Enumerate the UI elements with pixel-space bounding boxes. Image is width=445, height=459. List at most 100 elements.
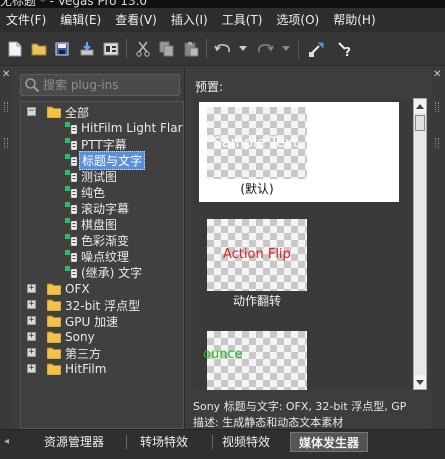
tree-folder[interactable]: + OFX <box>21 281 181 297</box>
menu-insert[interactable]: 插入(I) <box>165 8 216 32</box>
tree-item[interactable]: (继承) 文字 <box>21 264 181 280</box>
tree-item[interactable]: 滚动字幕 <box>21 200 181 216</box>
folder-icon <box>47 347 61 359</box>
expand-icon[interactable]: + <box>27 348 36 357</box>
preset-scrollbar[interactable] <box>413 98 427 390</box>
tab-explorer[interactable]: 资源管理器 <box>36 432 112 452</box>
tab-media-generators[interactable]: 媒体发生器 <box>290 432 369 452</box>
grip-handle-icon[interactable] <box>435 102 439 112</box>
tree-folder[interactable]: + GPU 加速 <box>21 313 181 329</box>
scroll-thumb[interactable] <box>415 115 425 131</box>
undo-icon[interactable] <box>214 40 232 58</box>
menu-edit[interactable]: 编辑(E) <box>54 8 109 32</box>
properties-icon[interactable] <box>102 40 120 58</box>
plugin-icon <box>65 122 77 134</box>
preset-card-action-flip[interactable]: Action Flip 动作翻转 <box>199 214 399 314</box>
tab-transitions[interactable]: 转场特效 <box>132 432 196 452</box>
cut-icon[interactable] <box>134 40 152 58</box>
help-icon[interactable]: ? <box>336 40 354 58</box>
scroll-up-icon[interactable] <box>414 99 426 113</box>
tab-separator <box>126 435 127 449</box>
grip-handle-icon[interactable] <box>4 102 8 112</box>
expand-icon[interactable]: + <box>27 300 36 309</box>
tree-item[interactable]: 测试图 <box>21 168 181 184</box>
menu-tools[interactable]: 工具(T) <box>216 8 271 32</box>
undo-dropdown-icon[interactable] <box>234 40 252 58</box>
menu-bar: 文件(F) 编辑(E) 查看(V) 插入(I) 工具(T) 选项(O) 帮助(H… <box>0 8 445 32</box>
search-icon <box>24 77 40 96</box>
toolbar-separator <box>206 39 207 59</box>
save-icon[interactable] <box>53 40 71 58</box>
copy-icon[interactable] <box>158 40 176 58</box>
folder-icon <box>47 106 61 118</box>
tab-scroll-left-icon[interactable]: ◂ <box>4 436 9 447</box>
toolbar-separator <box>298 39 299 59</box>
tree-item[interactable]: 棋盘图 <box>21 216 181 232</box>
preset-card-default[interactable]: Sample Text (默认) <box>199 102 399 202</box>
tree-item-label: 纯色 <box>81 185 106 200</box>
tree-root-label: 全部 <box>65 105 90 120</box>
expand-icon[interactable]: + <box>27 332 36 341</box>
tree-root[interactable]: − 全部 <box>21 104 181 120</box>
tree-item[interactable]: 色彩渐变 <box>21 232 181 248</box>
new-icon[interactable] <box>6 40 24 58</box>
plugin-icon <box>65 186 77 198</box>
sample-text: Sample Text <box>213 135 299 151</box>
tree-item-selected[interactable]: 标题与文字 <box>21 150 181 170</box>
plugin-icon <box>65 234 77 246</box>
close-icon[interactable]: ✕ <box>433 70 442 80</box>
folder-icon <box>47 283 61 295</box>
collapse-icon[interactable]: − <box>27 107 36 116</box>
tree-folder-label: Sony <box>65 330 95 344</box>
tree-folder[interactable]: + 32-bit 浮点型 <box>21 297 181 313</box>
preset-card-bounce[interactable]: ounce <box>199 326 399 390</box>
tree-item-label: 测试图 <box>81 169 118 184</box>
split-icon[interactable] <box>308 40 326 58</box>
preset-preview-panel: 预置: Sample Text (默认) Action Flip 动作翻转 ou… <box>184 66 431 429</box>
menu-help[interactable]: 帮助(H) <box>327 8 383 32</box>
paste-icon[interactable] <box>182 40 200 58</box>
menu-options[interactable]: 选项(O) <box>270 8 327 32</box>
svg-text:?: ? <box>344 45 351 58</box>
tree-item-label: 噪点纹理 <box>81 249 130 264</box>
plugin-icon <box>65 218 77 230</box>
redo-dropdown-icon[interactable] <box>277 40 295 58</box>
preset-thumbnail: ounce <box>203 331 307 390</box>
grip-handle-icon[interactable] <box>435 138 439 148</box>
plugin-icon <box>65 202 77 214</box>
tree-item-label: 棋盘图 <box>81 217 118 232</box>
tree-folder[interactable]: + Sony <box>21 329 181 345</box>
grip-handle-icon[interactable] <box>4 138 8 148</box>
tree-item[interactable]: HitFilm Light Flares <box>21 120 183 136</box>
tree-folder-label: 32-bit 浮点型 <box>65 298 141 313</box>
tree-folder-label: HitFilm <box>65 362 107 376</box>
tab-video-fx[interactable]: 视频特效 <box>214 432 278 452</box>
preset-list: Sample Text (默认) Action Flip 动作翻转 ounce <box>193 98 413 390</box>
close-icon[interactable]: ✕ <box>2 70 11 80</box>
tree-folder[interactable]: + 第三方 <box>21 345 181 361</box>
render-icon[interactable] <box>78 40 96 58</box>
open-icon[interactable] <box>30 40 48 58</box>
tree-item[interactable]: 噪点纹理 <box>21 248 181 264</box>
expand-icon[interactable]: + <box>27 316 36 325</box>
tree-item[interactable]: 纯色 <box>21 184 181 200</box>
scroll-down-icon[interactable] <box>414 375 426 389</box>
expand-icon[interactable]: + <box>27 364 36 373</box>
folder-icon <box>47 315 61 327</box>
sample-text: ounce <box>203 347 243 362</box>
folder-icon <box>47 331 61 343</box>
redo-icon[interactable] <box>256 40 274 58</box>
preset-label: 动作翻转 <box>232 294 281 308</box>
expand-icon[interactable]: + <box>27 284 36 293</box>
docking-gutter-left: ✕ <box>0 66 12 429</box>
menu-view[interactable]: 查看(V) <box>109 8 165 32</box>
tree-folder-label: OFX <box>65 282 90 296</box>
preset-label: (默认) <box>240 182 274 196</box>
search-input[interactable] <box>43 75 175 95</box>
tab-separator <box>212 435 213 449</box>
plugin-icon <box>65 154 77 166</box>
tree-folder[interactable]: + HitFilm <box>21 361 181 377</box>
folder-icon <box>47 299 61 311</box>
menu-file[interactable]: 文件(F) <box>0 8 54 32</box>
tree-item-label: 滚动字幕 <box>81 201 130 216</box>
